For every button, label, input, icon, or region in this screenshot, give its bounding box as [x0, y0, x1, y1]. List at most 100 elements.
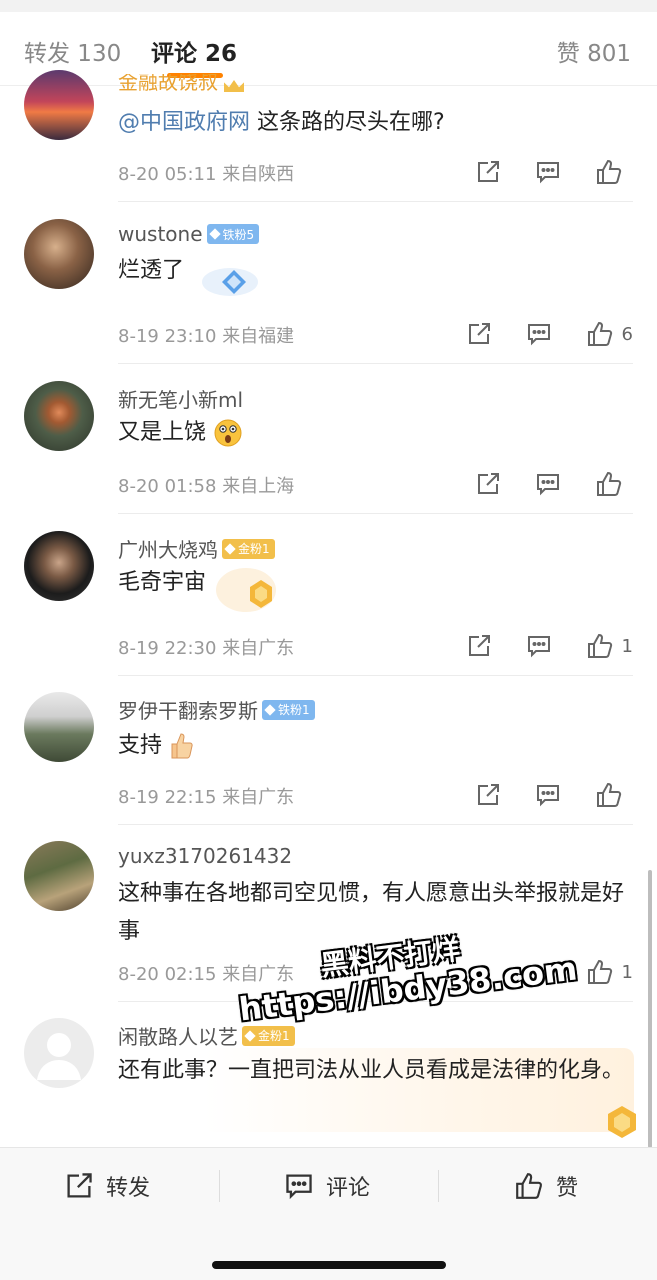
default-avatar-icon: [37, 1033, 81, 1080]
comment-meta: 8-19 22:15 来自广东: [118, 783, 294, 809]
reply-button[interactable]: [526, 321, 552, 347]
fan-badge: 金粉1: [222, 538, 275, 559]
comment-username[interactable]: 新无笔小新ml: [118, 384, 243, 413]
comment-time: 8-19 22:30: [118, 638, 217, 659]
mention-link[interactable]: @中国政府网: [118, 110, 250, 135]
bottom-like-button[interactable]: 赞: [514, 1170, 578, 1202]
comment-icon: [286, 1174, 312, 1200]
divider: [219, 1170, 220, 1202]
divider: [118, 363, 633, 364]
reply-button[interactable]: [535, 159, 561, 185]
share-button[interactable]: [466, 321, 492, 347]
shocked-face-icon: [214, 419, 242, 447]
share-button[interactable]: [466, 633, 492, 659]
reply-button[interactable]: [535, 471, 561, 497]
avatar[interactable]: [24, 219, 94, 289]
reply-button[interactable]: [535, 782, 561, 808]
like-count: 6: [621, 323, 633, 345]
comment-username[interactable]: 金融故饶叔: [118, 74, 218, 95]
comment-location: 来自广东: [222, 964, 295, 985]
comment-username-row: yuxz3170261432: [118, 844, 292, 868]
status-strip: [0, 0, 657, 12]
reply-button[interactable]: [526, 633, 552, 659]
like-button[interactable]: 1: [586, 958, 633, 986]
avatar[interactable]: [24, 531, 94, 601]
share-button[interactable]: [475, 471, 501, 497]
bottom-comment-button[interactable]: 评论: [284, 1170, 370, 1202]
comment-icon: [537, 162, 559, 184]
comment-meta: 8-20 01:58 来自上海: [118, 472, 294, 498]
avatar[interactable]: [24, 1018, 94, 1088]
comment-time: 8-20 05:11: [118, 164, 217, 185]
comment-body: 这条路的尽头在哪?: [250, 110, 445, 135]
like-button[interactable]: 6: [586, 320, 633, 348]
like-button[interactable]: [595, 781, 631, 809]
comment-body: 这种事在各地都司空见惯，有人愿意出头举报就是好事: [118, 881, 625, 944]
comment-icon: [527, 636, 550, 658]
comment-icon: [527, 324, 550, 346]
divider: [438, 1170, 439, 1202]
divider: [118, 824, 633, 825]
scrollbar[interactable]: [648, 870, 652, 1148]
comment-username[interactable]: 闲散路人以艺: [118, 1021, 238, 1050]
avatar[interactable]: [24, 70, 94, 140]
comment-username[interactable]: wustone: [118, 222, 203, 246]
bottom-like-label: 赞: [556, 1176, 579, 1201]
like-button[interactable]: [595, 158, 631, 186]
comment-username-row: 广州大烧鸡 金粉1: [118, 534, 275, 563]
share-icon: [468, 323, 490, 344]
thumbs-up-icon: [597, 782, 622, 807]
tab-repost[interactable]: 转发 130: [24, 34, 121, 68]
like-count: 1: [621, 635, 633, 657]
comment-time: 8-19 22:15: [118, 787, 217, 808]
avatar[interactable]: [24, 692, 94, 762]
share-button[interactable]: [475, 782, 501, 808]
thumbs-up-icon: [587, 959, 612, 984]
fan-badge-sticker-icon: [202, 268, 258, 296]
like-count: 1: [621, 961, 633, 983]
tab-bar: 转发 130 评论 26 赞 801: [0, 12, 657, 86]
comment-text: 烂透了: [118, 252, 638, 290]
thumbs-up-emoji-icon: [171, 733, 193, 759]
comment-time: 8-20 01:58: [118, 476, 217, 497]
comment-text: 毛奇宇宙: [118, 564, 638, 602]
comment-username[interactable]: 罗伊干翻索罗斯: [118, 695, 258, 724]
like-button[interactable]: [595, 470, 631, 498]
comment-meta: 8-20 05:11 来自陕西: [118, 160, 294, 186]
avatar[interactable]: [24, 841, 94, 911]
avatar[interactable]: [24, 381, 94, 451]
comment-username-row: wustone 铁粉5: [118, 222, 260, 246]
share-icon: [468, 635, 490, 656]
comment-text: 支持: [118, 727, 638, 765]
share-icon: [478, 473, 499, 494]
comment-actions: 6: [432, 320, 633, 348]
bottom-repost-button[interactable]: 转发: [64, 1170, 150, 1202]
tab-like[interactable]: 赞 801: [557, 34, 631, 68]
bottom-repost-label: 转发: [106, 1176, 151, 1201]
comment-text: 又是上饶: [118, 414, 638, 452]
divider: [118, 675, 633, 676]
fan-badge: 铁粉5: [206, 224, 260, 244]
thumbs-up-icon: [597, 159, 622, 184]
thumbs-up-icon: [597, 471, 622, 496]
share-icon: [478, 784, 499, 805]
comment-location: 来自福建: [222, 326, 295, 347]
share-icon: [67, 1173, 92, 1198]
share-button[interactable]: [475, 159, 501, 185]
comment-username[interactable]: yuxz3170261432: [118, 844, 292, 868]
comment-username-row: 新无笔小新ml: [118, 384, 243, 413]
gold-fan-sticker-icon: [216, 568, 276, 612]
divider: [118, 513, 633, 514]
like-button[interactable]: 1: [586, 632, 633, 660]
comment-actions: [441, 470, 631, 498]
comment-actions: [441, 158, 631, 186]
bottom-action-bar: 转发 评论 赞: [0, 1147, 657, 1280]
comment-location: 来自上海: [222, 476, 295, 497]
share-icon: [478, 161, 499, 182]
home-indicator[interactable]: [212, 1261, 446, 1269]
fan-badge: 金粉1: [242, 1025, 295, 1046]
comment-body: 还有此事？一直把司法从业人员看成是法律的化身。: [118, 1058, 625, 1083]
comment-body: 毛奇宇宙: [118, 570, 207, 595]
comment-username[interactable]: 广州大烧鸡: [118, 534, 218, 563]
comment-text: @中国政府网 这条路的尽头在哪?: [118, 104, 638, 142]
